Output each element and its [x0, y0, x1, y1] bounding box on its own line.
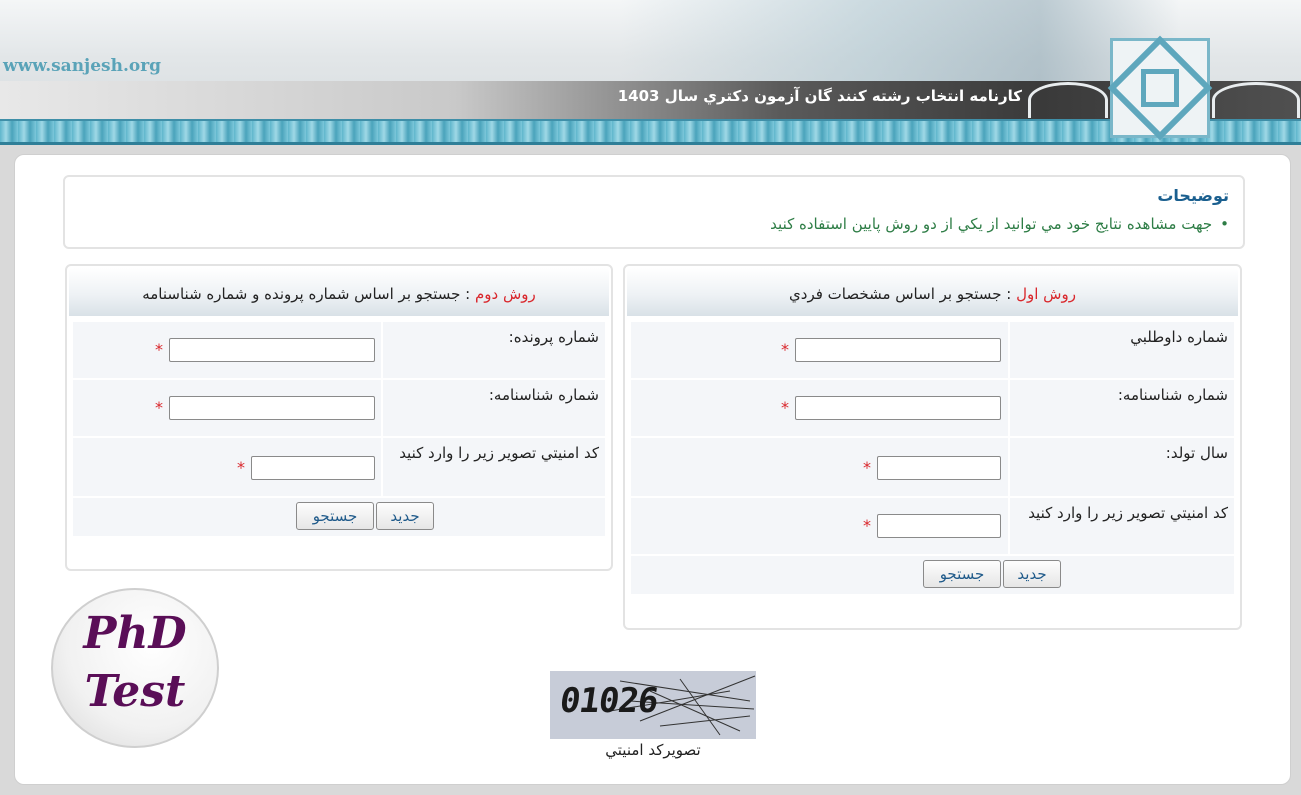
sanjesh-logo-icon — [1107, 35, 1213, 141]
id-number-label: شماره شناسنامه: — [1008, 380, 1234, 436]
page-title: کارنامه انتخاب رشته کنند گان آزمون دکتري… — [617, 87, 1022, 105]
method1-label: روش اول — [1016, 285, 1076, 303]
input-cell: * — [631, 438, 1008, 496]
method2-separator: : — [460, 285, 475, 303]
form-row-captcha-2: کد امنيتي تصوير زير را وارد کنيد * — [73, 438, 605, 496]
applicant-number-input[interactable] — [795, 338, 1001, 362]
form-row-id-number: شماره شناسنامه: * — [631, 380, 1234, 436]
required-mark: * — [237, 458, 245, 477]
captcha-label: کد امنيتي تصوير زير را وارد کنيد — [1008, 498, 1234, 554]
notes-panel: توضيحات • جهت مشاهده نتايج خود مي توانيد … — [63, 175, 1245, 249]
method1-panel: روش اول : جستجو بر اساس مشخصات فردي شمار… — [623, 264, 1242, 630]
notes-item: • جهت مشاهده نتايج خود مي توانيد از يکي ا… — [770, 215, 1229, 233]
form-row-captcha: کد امنيتي تصوير زير را وارد کنيد * — [631, 498, 1234, 554]
required-mark: * — [863, 516, 871, 535]
input-cell: * — [73, 438, 381, 496]
required-mark: * — [863, 458, 871, 477]
captcha-label-2: کد امنيتي تصوير زير را وارد کنيد — [381, 438, 605, 496]
input-cell: * — [73, 322, 381, 378]
method1-separator: : — [1001, 285, 1017, 303]
site-url-link[interactable]: www.sanjesh.org — [3, 56, 161, 76]
input-cell: * — [631, 498, 1008, 554]
search-button[interactable]: جستجو — [923, 560, 1001, 588]
captcha-input-2[interactable] — [251, 456, 375, 480]
required-mark: * — [781, 398, 789, 417]
input-cell: * — [631, 322, 1008, 378]
ornament-right-icon — [1212, 82, 1300, 118]
main-card: توضيحات • جهت مشاهده نتايج خود مي توانيد … — [14, 154, 1291, 785]
required-mark: * — [781, 340, 789, 359]
method2-header: روش دوم : جستجو بر اساس شماره پرونده و ش… — [69, 268, 609, 316]
form-row-birth-year: سال تولد: * — [631, 438, 1234, 496]
birth-year-label: سال تولد: — [1008, 438, 1234, 496]
captcha-image: 01026 — [550, 671, 756, 739]
new-button-2[interactable]: جديد — [376, 502, 434, 530]
form-row-id-number-2: شماره شناسنامه: * — [73, 380, 605, 436]
captcha-input[interactable] — [877, 514, 1001, 538]
input-cell: * — [631, 380, 1008, 436]
phd-test-logo: PhD Test — [51, 588, 219, 748]
required-mark: * — [155, 340, 163, 359]
new-button[interactable]: جديد — [1003, 560, 1061, 588]
bullet-icon: • — [1220, 215, 1229, 233]
captcha-caption: تصويرکد امنيتي — [605, 741, 701, 759]
method1-description: جستجو بر اساس مشخصات فردي — [789, 285, 1002, 303]
phd-logo-line1: PhD — [83, 608, 187, 659]
form-row-file-number: شماره پرونده: * — [73, 322, 605, 378]
search-button-2[interactable]: جستجو — [296, 502, 374, 530]
method1-header: روش اول : جستجو بر اساس مشخصات فردي — [627, 268, 1238, 316]
file-number-label: شماره پرونده: — [381, 322, 605, 378]
applicant-number-label: شماره داوطلبي — [1008, 322, 1234, 378]
notes-title: توضيحات — [1157, 186, 1229, 205]
id-number-input-2[interactable] — [169, 396, 375, 420]
site-header: www.sanjesh.org کارنامه انتخاب رشته کنند… — [0, 0, 1301, 145]
id-number-input[interactable] — [795, 396, 1001, 420]
logo-square — [1141, 69, 1179, 107]
method2-description: جستجو بر اساس شماره پرونده و شماره شناسن… — [142, 285, 461, 303]
phd-logo-line2: Test — [84, 666, 186, 717]
form-row-buttons: جستجو جديد — [631, 556, 1234, 594]
form-row-buttons-2: جستجو جديد — [73, 498, 605, 536]
captcha-code: 01026 — [557, 681, 661, 721]
header-background-art — [620, 0, 1180, 82]
input-cell: * — [73, 380, 381, 436]
method2-panel: روش دوم : جستجو بر اساس شماره پرونده و ش… — [65, 264, 613, 571]
id-number-label-2: شماره شناسنامه: — [381, 380, 605, 436]
required-mark: * — [155, 398, 163, 417]
method2-label: روش دوم — [474, 285, 536, 303]
birth-year-input[interactable] — [877, 456, 1001, 480]
header-pattern-strip — [0, 119, 1301, 145]
notes-item-text: جهت مشاهده نتايج خود مي توانيد از يکي از… — [770, 215, 1213, 233]
ornament-left-icon — [1028, 82, 1108, 118]
file-number-input[interactable] — [169, 338, 375, 362]
form-row-applicant-number: شماره داوطلبي * — [631, 322, 1234, 378]
